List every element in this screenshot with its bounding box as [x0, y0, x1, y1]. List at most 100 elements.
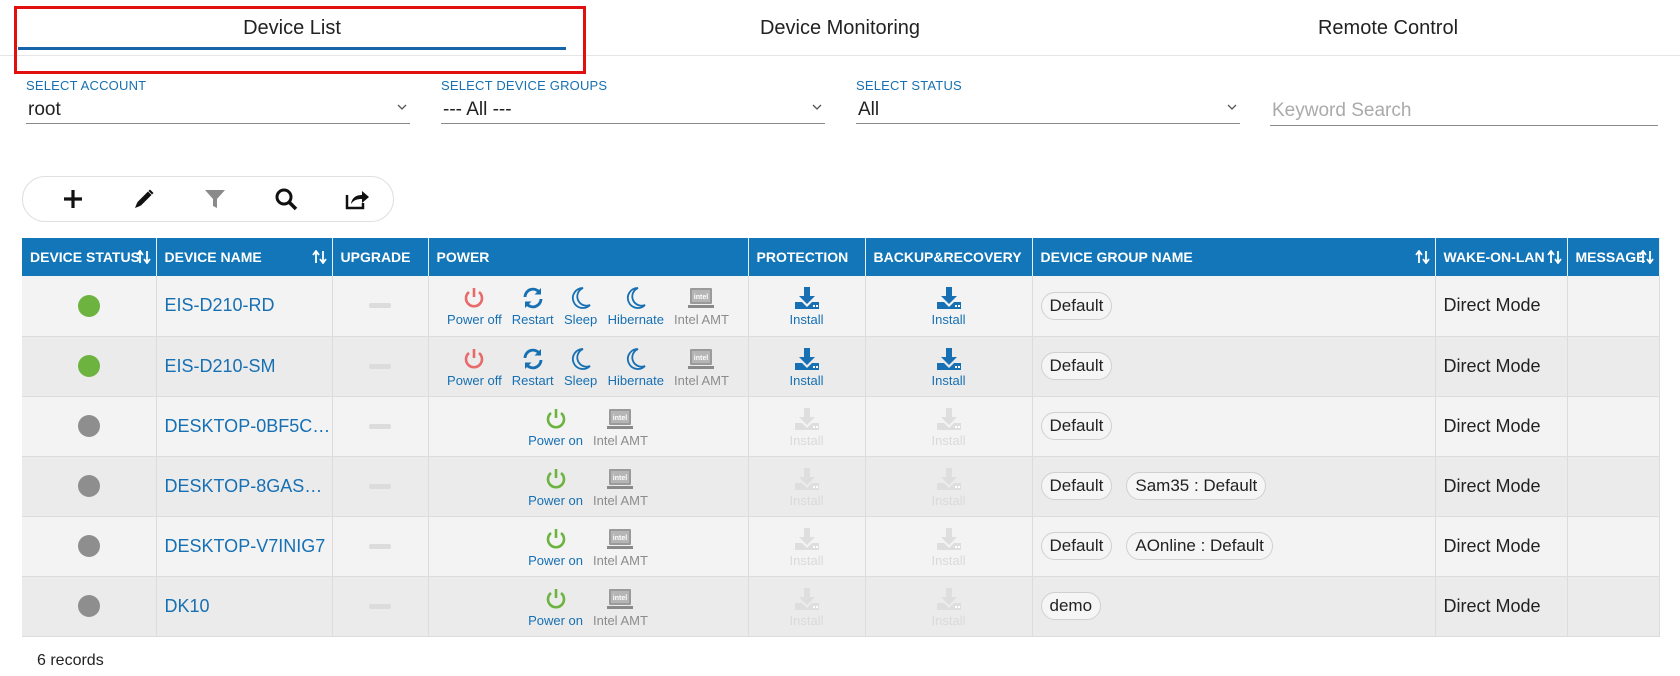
sleep-button[interactable]: Sleep: [561, 345, 601, 388]
hibernate-button[interactable]: Hibernate: [605, 284, 667, 327]
keyword-search-input[interactable]: [1270, 96, 1658, 126]
hibernate-label: Hibernate: [607, 372, 665, 388]
status-dot: [77, 535, 100, 557]
device-name-link[interactable]: DESKTOP-0BF5C0S: [157, 416, 332, 437]
status-cell: [22, 456, 157, 517]
export-button[interactable]: [322, 179, 393, 219]
group-tag: Default: [1040, 291, 1113, 320]
intel-amt-button[interactable]: intel Intel AMT: [590, 465, 651, 508]
upgrade-placeholder: [369, 423, 391, 429]
svg-text:intel: intel: [613, 415, 627, 422]
power-on-button[interactable]: Power on: [525, 465, 586, 508]
intel-amt-button[interactable]: intel Intel AMT: [671, 345, 732, 388]
sort-icon: [1546, 250, 1562, 264]
col-device-status-label: DEVICE STATUS: [30, 249, 140, 265]
install-label: Install: [789, 552, 824, 568]
tab-remote-control[interactable]: Remote Control: [1096, 0, 1680, 56]
group-cell: Default AOnline : Default: [1032, 516, 1436, 577]
protection-install-button[interactable]: Install: [749, 345, 865, 388]
search-button[interactable]: [251, 179, 322, 219]
backup-install-button[interactable]: Install: [866, 284, 1032, 327]
tab-device-monitoring[interactable]: Device Monitoring: [584, 0, 1096, 56]
power-off-icon: [465, 348, 484, 368]
group-tags: Default AOnline : Default: [1033, 532, 1435, 560]
download-icon: [936, 467, 961, 490]
download-icon: [936, 347, 961, 370]
intel-amt-button[interactable]: intel Intel AMT: [590, 525, 651, 568]
status-cell: [22, 336, 157, 397]
svg-text:intel: intel: [694, 294, 708, 301]
col-power: POWER: [428, 238, 749, 276]
account-value-text: root: [28, 99, 61, 120]
device-name-link[interactable]: DESKTOP-V7INIG7: [157, 536, 332, 557]
power-off-button[interactable]: Power off: [444, 284, 505, 327]
message-cell: [1567, 336, 1660, 397]
table-header: DEVICE STATUS DEVICE NAME UPGRADE POWER …: [22, 238, 1660, 276]
install-label: Install: [789, 432, 824, 448]
intel-amt-button[interactable]: intel Intel AMT: [590, 405, 651, 448]
col-message[interactable]: MESSAGE: [1567, 238, 1660, 276]
intel-amt-button[interactable]: intel Intel AMT: [671, 284, 732, 327]
device-name-link[interactable]: EIS-D210-SM: [157, 356, 332, 377]
table-row[interactable]: DESKTOP-8GASH... Power on intel Intel AMT In…: [22, 456, 1660, 517]
backup-install-button: Install: [866, 585, 1032, 628]
protection-install-button[interactable]: Install: [749, 284, 865, 327]
power-cell: Power on intel Intel AMT: [428, 456, 749, 517]
group-tag: Default: [1040, 472, 1113, 500]
device-name-link[interactable]: DESKTOP-8GASH...: [157, 476, 332, 497]
tab-device-list[interactable]: Device List: [0, 0, 584, 56]
protection-install-button: Install: [749, 405, 865, 448]
power-actions: Power on intel Intel AMT: [429, 405, 748, 448]
intel-amt-label: Intel AMT: [593, 432, 648, 448]
table-row[interactable]: DESKTOP-V7INIG7 Power on intel Intel AMT Ins…: [22, 516, 1660, 577]
status-value[interactable]: All: [856, 98, 1240, 124]
wol-cell: Direct Mode: [1435, 396, 1568, 457]
device-name-link[interactable]: DK10: [157, 596, 332, 617]
device-groups-select[interactable]: SELECT DEVICE GROUPS --- All ---: [441, 78, 825, 126]
intel-amt-label: Intel AMT: [674, 372, 729, 388]
add-button[interactable]: [37, 179, 108, 219]
table-row[interactable]: EIS-D210-SM Power off Restart Sleep Hibernat…: [22, 336, 1660, 397]
message-cell: [1567, 576, 1660, 637]
group-tags: Default: [1033, 412, 1435, 440]
install-label: Install: [931, 372, 966, 388]
col-device-status[interactable]: DEVICE STATUS: [22, 238, 157, 276]
col-wake-on-lan[interactable]: WAKE-ON-LAN: [1435, 238, 1568, 276]
table-row[interactable]: DESKTOP-0BF5C0S Power on intel Intel AMT Ins…: [22, 396, 1660, 457]
backup-install-button: Install: [866, 465, 1032, 508]
status-select[interactable]: SELECT STATUS All: [856, 78, 1240, 126]
group-cell: Default Sam35 : Default: [1032, 456, 1436, 517]
col-device-name[interactable]: DEVICE NAME: [156, 238, 333, 276]
restart-button[interactable]: Restart: [509, 345, 557, 388]
install-label: Install: [931, 612, 966, 628]
edit-button[interactable]: [108, 179, 179, 219]
device-name-cell: EIS-D210-RD: [156, 276, 333, 337]
download-icon: [936, 527, 961, 550]
sleep-label: Sleep: [564, 312, 598, 328]
power-on-button[interactable]: Power on: [525, 405, 586, 448]
filter-button[interactable]: [179, 179, 250, 219]
restart-button[interactable]: Restart: [509, 284, 557, 327]
table-row[interactable]: DK10 Power on intel Intel AMT Install Install…: [22, 576, 1660, 637]
hibernate-button[interactable]: Hibernate: [605, 345, 667, 388]
col-device-group-name[interactable]: DEVICE GROUP NAME: [1032, 238, 1436, 276]
download-icon: [936, 407, 961, 430]
account-value[interactable]: root: [26, 98, 410, 124]
intel-amt-icon: intel: [688, 288, 715, 309]
table-row[interactable]: EIS-D210-RD Power off Restart Sleep Hibernat…: [22, 276, 1660, 337]
sleep-button[interactable]: Sleep: [561, 284, 601, 327]
upgrade-cell: [332, 576, 429, 637]
download-icon: [794, 347, 819, 370]
wake-on-lan-value: Direct Mode: [1443, 535, 1541, 556]
account-select[interactable]: SELECT ACCOUNT root: [26, 78, 410, 126]
intel-amt-button[interactable]: intel Intel AMT: [590, 585, 651, 628]
power-on-button[interactable]: Power on: [525, 585, 586, 628]
protection-install-button: Install: [749, 465, 865, 508]
power-on-button[interactable]: Power on: [525, 525, 586, 568]
device-name-link[interactable]: EIS-D210-RD: [157, 295, 332, 316]
backup-install-button[interactable]: Install: [866, 345, 1032, 388]
status-cell: [22, 396, 157, 457]
device-groups-value[interactable]: --- All ---: [441, 98, 825, 124]
tab-bar: Device List Device Monitoring Remote Con…: [0, 0, 1680, 56]
power-off-button[interactable]: Power off: [444, 345, 505, 388]
